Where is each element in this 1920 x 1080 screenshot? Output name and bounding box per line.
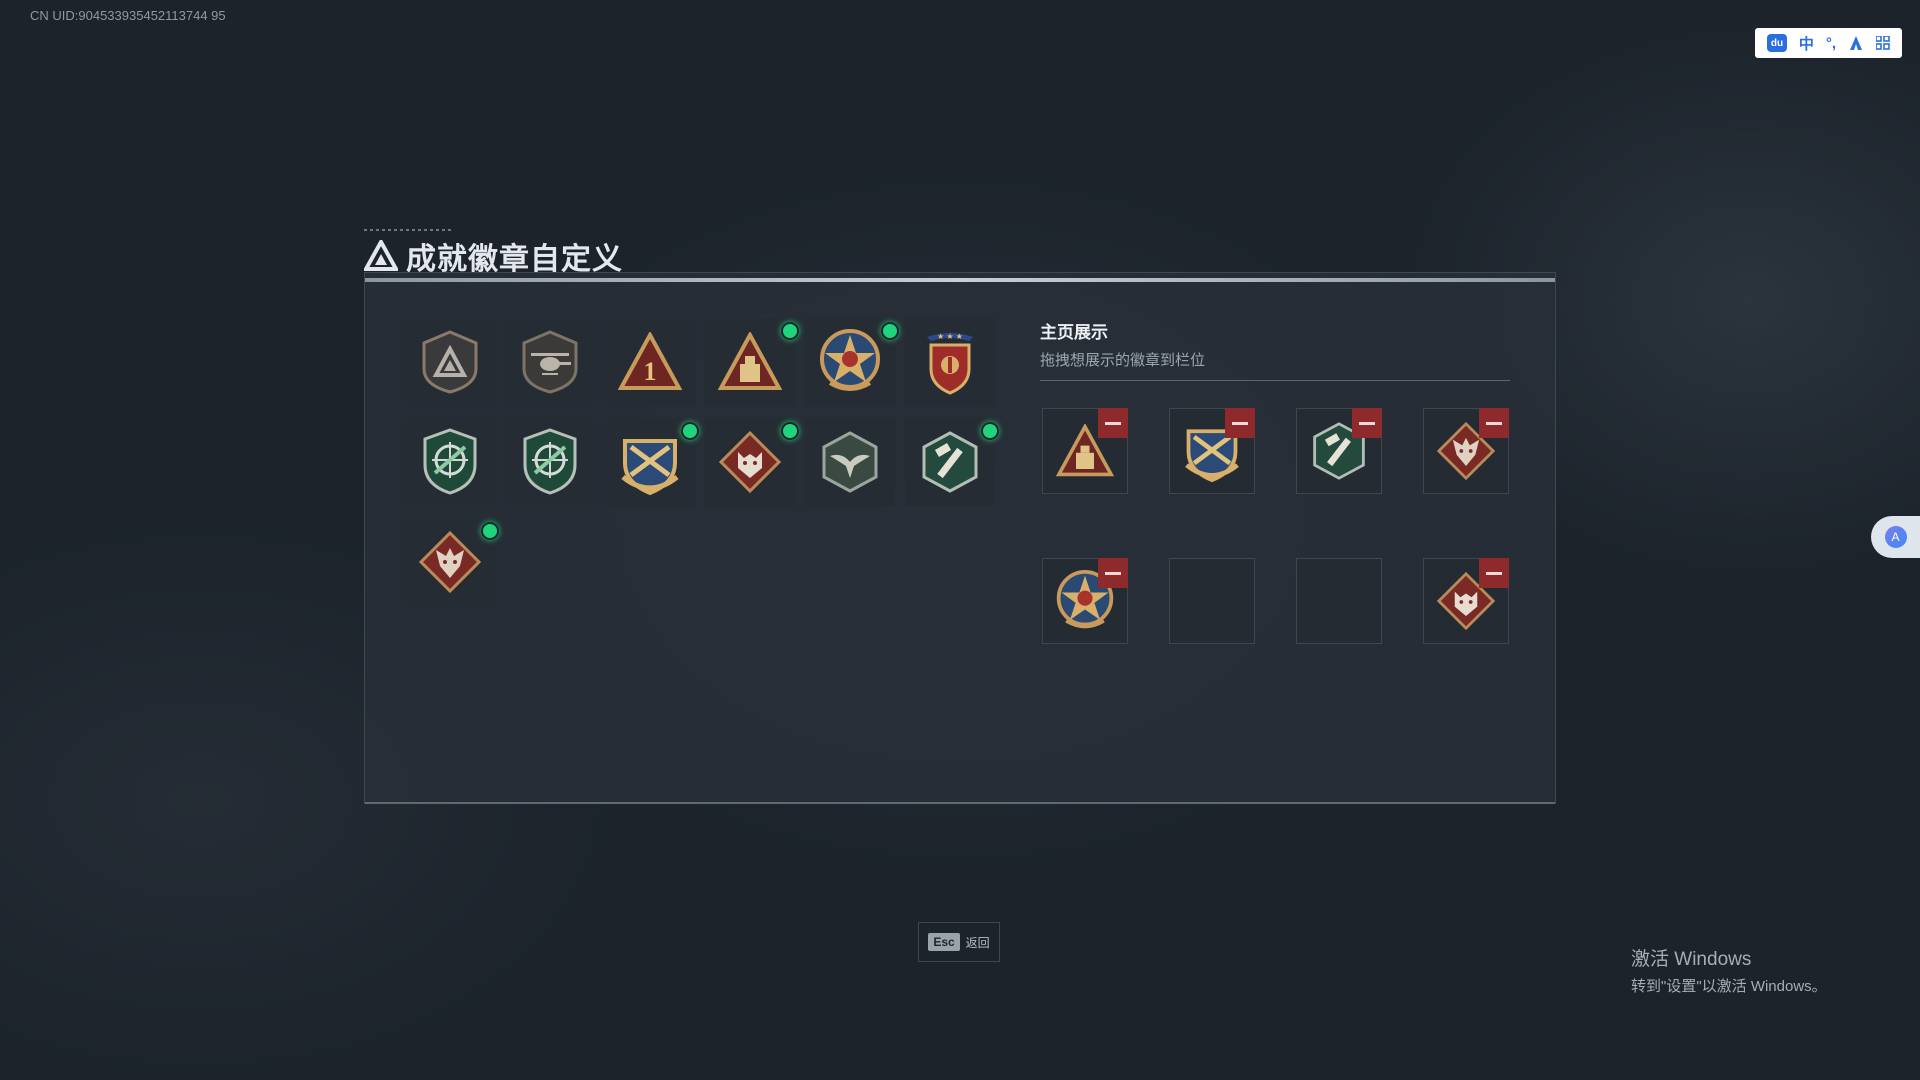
badge-item[interactable] — [505, 418, 595, 506]
green-crosshair-rifle-badge-icon — [423, 428, 477, 495]
title-decoration — [364, 229, 454, 231]
badge-item[interactable]: ★ ★ ★ — [905, 318, 995, 406]
homepage-display-section: 主页展示 拖拽想展示的徽章到栏位 — [1040, 318, 1510, 381]
activation-title: 激活 Windows — [1631, 949, 1752, 970]
back-label: 返回 — [965, 935, 990, 950]
player-uid: CN UID:904533935452113744 95 — [30, 8, 226, 23]
helicopter-badge-icon — [522, 330, 578, 394]
badge-customize-panel: 1 ★ ★ ★ 主页展示 拖拽想展示的徽章到栏位 — [364, 272, 1556, 804]
new-indicator — [981, 422, 999, 440]
remove-badge-button[interactable] — [1479, 408, 1509, 438]
display-slot[interactable] — [1296, 408, 1382, 494]
badge-item[interactable] — [405, 418, 495, 506]
remove-badge-button[interactable] — [1352, 408, 1382, 438]
punctuation-icon[interactable]: °, — [1826, 35, 1836, 52]
new-indicator — [481, 522, 499, 540]
ime-toolbar[interactable]: du 中 °, — [1755, 28, 1902, 58]
display-slot[interactable] — [1169, 408, 1255, 494]
badge-item[interactable] — [805, 318, 899, 406]
display-slot[interactable] — [1423, 558, 1509, 644]
remove-badge-button[interactable] — [1225, 408, 1255, 438]
badge-item[interactable] — [505, 318, 595, 406]
badge-item[interactable] — [705, 318, 799, 406]
badge-item[interactable] — [405, 518, 499, 606]
esc-key-label: Esc — [928, 933, 960, 951]
remove-badge-button[interactable] — [1479, 558, 1509, 588]
display-slot[interactable] — [1042, 408, 1128, 494]
gold-crossed-rifles-badge-icon — [621, 439, 679, 496]
back-button[interactable]: Esc 返回 — [918, 922, 1000, 962]
display-slot[interactable] — [1042, 558, 1128, 644]
minus-icon — [1486, 571, 1502, 575]
new-indicator — [781, 422, 799, 440]
shield-stars-badge-icon: ★ ★ ★ — [927, 332, 973, 395]
number-one-triangle-badge-icon: 1 — [618, 332, 682, 390]
assistant-avatar-icon[interactable]: A — [1884, 526, 1907, 548]
badge-item[interactable] — [805, 418, 895, 506]
windows-activation-watermark: 激活 Windows 转到"设置"以激活 Windows。 — [1631, 944, 1827, 996]
display-slot[interactable] — [1423, 408, 1509, 494]
activation-hint: 转到"设置"以激活 Windows。 — [1631, 978, 1827, 995]
svg-text:1: 1 — [644, 357, 657, 386]
badge-item[interactable] — [705, 418, 799, 506]
minus-icon — [1359, 421, 1375, 425]
display-subtitle: 拖拽想展示的徽章到栏位 — [1040, 352, 1206, 369]
new-indicator — [681, 422, 699, 440]
badge-item[interactable] — [905, 418, 999, 506]
minus-icon — [1232, 421, 1248, 425]
triangle-logo-icon — [364, 240, 398, 271]
minus-icon — [1486, 421, 1502, 425]
grid-menu-icon[interactable] — [1875, 36, 1890, 50]
display-slot-empty[interactable] — [1169, 558, 1255, 644]
svg-text:★ ★ ★: ★ ★ ★ — [937, 332, 963, 341]
new-indicator — [781, 322, 799, 340]
display-slot-empty[interactable] — [1296, 558, 1382, 644]
eagle-hexagon-badge-icon — [822, 431, 878, 493]
badge-item[interactable] — [405, 318, 495, 406]
ime-logo-icon[interactable]: du — [1766, 34, 1787, 52]
wolf-diamond-badge-icon — [718, 430, 782, 494]
assistant-icon[interactable] — [1848, 35, 1864, 51]
green-crosshair-rifle-2-badge-icon — [523, 428, 577, 495]
minus-icon — [1105, 571, 1121, 575]
triangle-shield-badge-icon — [422, 330, 478, 394]
minus-icon — [1105, 421, 1121, 425]
display-title: 主页展示 — [1040, 323, 1108, 342]
badge-item[interactable]: 1 — [605, 318, 695, 406]
ammo-triangle-badge-icon — [718, 332, 782, 390]
side-assistant-tab[interactable]: A — [1871, 516, 1920, 558]
mode-chinese-icon[interactable]: 中 — [1799, 33, 1814, 54]
new-indicator — [881, 322, 899, 340]
star-medal-badge-icon — [820, 329, 880, 391]
badge-item[interactable] — [605, 418, 699, 506]
dragon-diamond-badge-icon — [418, 530, 482, 594]
green-hammer-hexagon-badge-icon — [922, 431, 978, 493]
divider — [1040, 380, 1510, 381]
remove-badge-button[interactable] — [1098, 408, 1128, 438]
remove-badge-button[interactable] — [1098, 558, 1128, 588]
